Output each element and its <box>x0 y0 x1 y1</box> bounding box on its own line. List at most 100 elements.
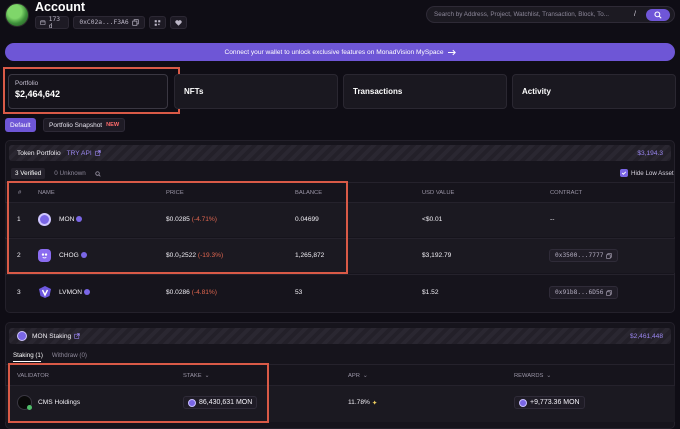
validator-avatar <box>17 395 32 410</box>
qr-button[interactable] <box>149 16 166 29</box>
sort-icon[interactable]: ⌄ <box>363 373 368 379</box>
col-name: NAME <box>38 190 55 196</box>
connect-wallet-banner[interactable]: Connect your wallet to unlock exclusive … <box>5 43 675 61</box>
heart-icon <box>175 19 182 26</box>
tab-activity[interactable]: Activity <box>512 74 676 109</box>
active-tab-indicator <box>13 361 41 362</box>
external-link-icon[interactable] <box>74 333 80 339</box>
banner-text: Connect your wallet to unlock exclusive … <box>224 48 444 56</box>
chog-icon <box>38 249 51 262</box>
account-age-chip: 173 d <box>35 16 69 30</box>
token-filter-tabs: 3 Verified 0 Unknown <box>11 168 101 179</box>
search-bar[interactable]: / <box>426 6 675 23</box>
tab-unknown[interactable]: 0 Unknown <box>54 170 86 177</box>
tab-portfolio[interactable]: Portfolio $2,464,642 <box>8 74 168 109</box>
copy-icon[interactable] <box>606 252 613 259</box>
stake-amount: 86,430,631 MON <box>199 399 253 406</box>
tab-staking[interactable]: Staking (1) <box>13 352 43 359</box>
row-index: 1 <box>17 216 21 223</box>
token-name[interactable]: LVMON <box>59 289 90 296</box>
monad-icon <box>188 398 196 407</box>
tab-transactions[interactable]: Transactions <box>343 74 507 109</box>
col-validator: VALIDATOR <box>17 373 49 379</box>
token-portfolio-total: $3,194.3 <box>637 149 663 157</box>
verified-badge-icon <box>80 252 87 259</box>
search-icon <box>654 11 662 19</box>
token-price: $0.0285 (-4.71%) <box>166 216 217 223</box>
sort-icon[interactable]: ⌄ <box>546 373 551 379</box>
col-stake[interactable]: STAKE ⌄ <box>183 373 209 379</box>
token-price: $0.0286 (-4.81%) <box>166 289 217 296</box>
hide-low-asset-label: Hide Low Asset <box>631 169 674 177</box>
page-title: Account <box>35 0 85 14</box>
monad-icon <box>38 213 51 226</box>
sparkle-icon: ✦ <box>371 400 378 407</box>
monad-icon <box>17 331 27 341</box>
view-snapshot-button[interactable]: Portfolio Snapshot NEW <box>43 118 126 132</box>
contract-address-chip[interactable]: 0x3500...7777 <box>549 249 619 262</box>
hide-low-asset-toggle[interactable]: Hide Low Asset <box>620 169 674 177</box>
staking-title: MON Staking <box>32 332 72 340</box>
rewards-chip: +9,773.36 MON <box>514 396 585 409</box>
token-portfolio-header: Token Portfolio TRY API $3,194.3 <box>9 145 671 161</box>
divider <box>5 182 675 183</box>
validator-name[interactable]: CMS Holdings <box>38 399 80 406</box>
tab-activity-label: Activity <box>522 87 551 96</box>
qr-code-icon <box>154 19 161 26</box>
search-input[interactable] <box>434 8 630 21</box>
tab-verified[interactable]: 3 Verified <box>11 168 46 179</box>
staking-tabs: Staking (1) Withdraw (0) <box>13 352 87 359</box>
token-balance: 1,265,872 <box>295 252 325 259</box>
token-price: $0.0₂2522 (-19.3%) <box>166 252 224 259</box>
copy-icon[interactable] <box>131 19 139 26</box>
col-index: # <box>18 190 22 196</box>
verified-badge-icon <box>83 289 90 296</box>
copy-icon[interactable] <box>606 289 613 296</box>
checkbox-checked-icon[interactable] <box>620 169 628 177</box>
external-link-icon[interactable] <box>94 150 101 156</box>
token-balance: 53 <box>295 289 303 296</box>
tab-withdraw[interactable]: Withdraw (0) <box>52 352 87 359</box>
view-default-button[interactable]: Default <box>5 118 36 132</box>
staking-total: $2,461,448 <box>629 332 663 340</box>
tab-nfts[interactable]: NFTs <box>174 74 338 109</box>
row-index: 2 <box>17 252 21 259</box>
view-snapshot-label: Portfolio Snapshot <box>49 121 103 129</box>
status-dot-icon <box>27 405 32 410</box>
address-chip[interactable]: 0xC02a...F3A6 <box>73 16 145 29</box>
token-name[interactable]: CHOG <box>59 252 87 259</box>
search-shortcut: / <box>634 11 636 18</box>
token-contract[interactable]: 0x3500...7777 <box>555 252 603 259</box>
try-api-link[interactable]: TRY API <box>67 150 92 157</box>
rewards-amount: +9,773.36 MON <box>530 399 580 406</box>
row-index: 3 <box>17 289 21 296</box>
search-button[interactable] <box>646 9 670 21</box>
apr-value: 11.78% <box>348 399 370 406</box>
tab-transactions-label: Transactions <box>353 87 403 96</box>
token-usd-value: $3,192.79 <box>422 252 452 259</box>
table-row[interactable] <box>5 203 675 237</box>
portfolio-label: Portfolio <box>15 80 39 87</box>
token-usd-value: <$0.01 <box>422 216 443 223</box>
token-portfolio-title: Token Portfolio <box>17 149 61 157</box>
token-balance: 0.04699 <box>295 216 319 223</box>
token-name[interactable]: MON <box>59 216 83 223</box>
stake-amount-chip: 86,430,631 MON <box>183 396 258 409</box>
col-apr[interactable]: APR ⌄ <box>348 373 368 379</box>
contract-address-chip[interactable]: 0x91b8...6D56 <box>549 286 619 299</box>
token-contract[interactable]: 0x91b8...6D56 <box>555 289 603 296</box>
arrow-right-icon <box>447 49 456 55</box>
watchlist-button[interactable] <box>170 16 187 29</box>
col-contract: CONTRACT <box>550 190 583 196</box>
apr-value-wrap: 11.78% ✦ <box>348 399 377 407</box>
sort-icon[interactable]: ⌄ <box>205 373 210 379</box>
portfolio-value: $2,464,642 <box>15 89 61 99</box>
view-default-label: Default <box>10 121 31 129</box>
token-usd-value: $1.52 <box>422 289 439 296</box>
account-avatar <box>5 3 29 27</box>
staking-header: MON Staking $2,461,448 <box>9 328 671 344</box>
search-icon[interactable] <box>95 170 101 177</box>
col-rewards[interactable]: REWARDS ⌄ <box>514 373 551 379</box>
monad-icon <box>519 398 527 407</box>
token-contract: -- <box>550 216 555 223</box>
